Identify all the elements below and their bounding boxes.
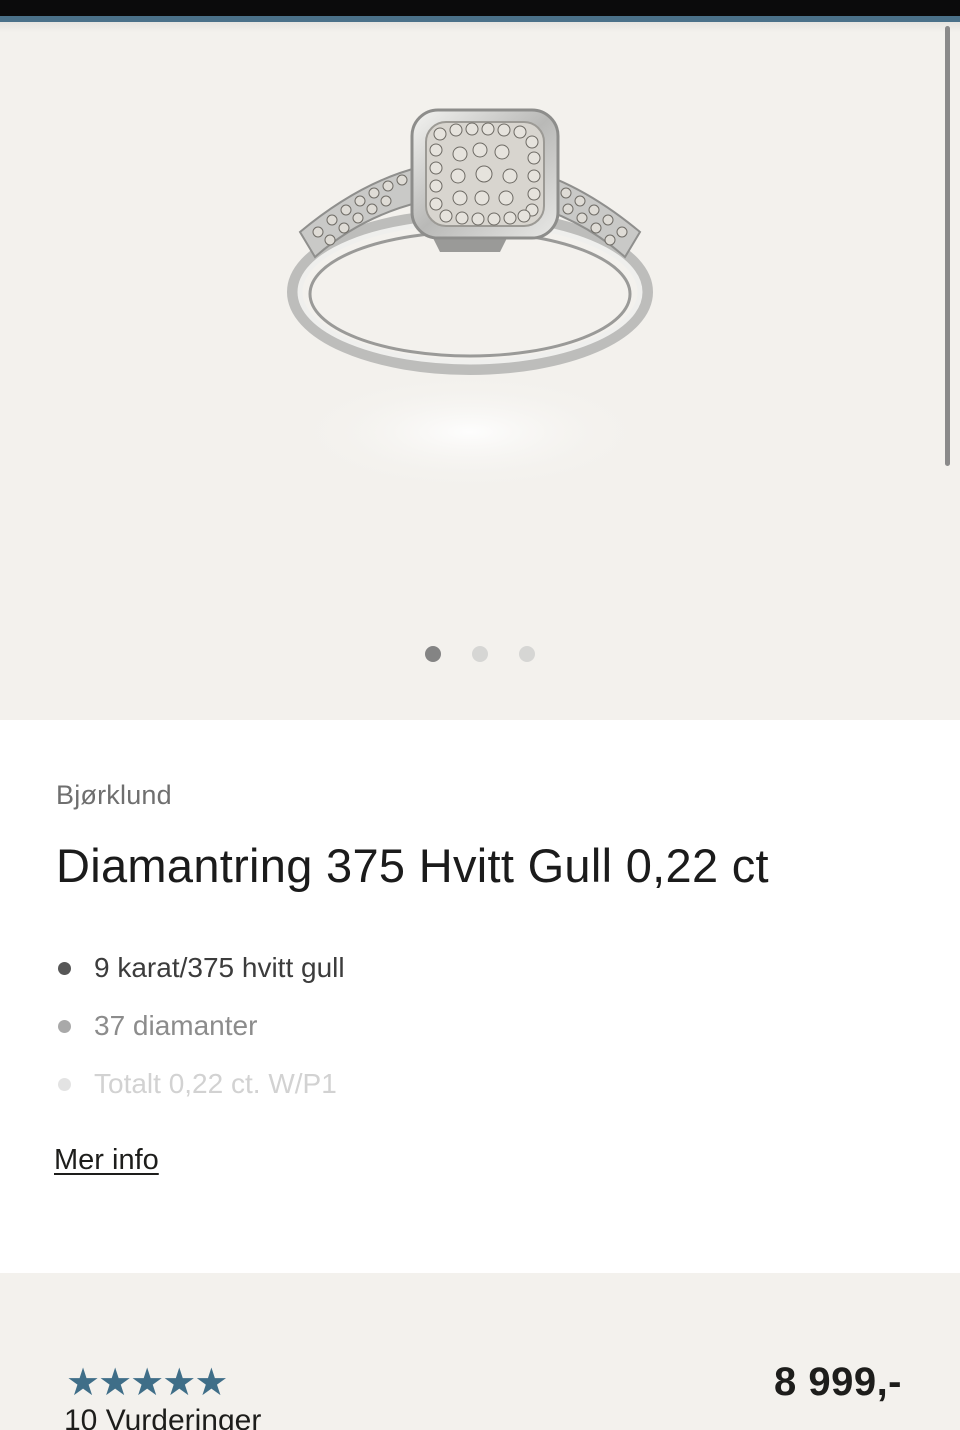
star-icon: ★ [130,1360,165,1404]
feature-item: Totalt 0,22 ct. W/P1 [56,1062,916,1120]
product-brand[interactable]: Bjørklund [56,780,172,811]
feature-item: 9 karat/375 hvitt gull [56,946,916,1004]
bullet-icon [58,1020,71,1033]
scrollbar[interactable] [945,26,950,466]
gallery-dot-2[interactable] [472,646,488,662]
product-title: Diamantring 375 Hvitt Gull 0,22 ct [56,839,769,892]
bullet-icon [58,962,71,975]
gallery-dot-3[interactable] [519,646,535,662]
feature-text: 37 diamanter [94,1010,258,1041]
product-page: Bjørklund Diamantring 375 Hvitt Gull 0,2… [0,0,960,1430]
star-icon: ★ [66,1360,101,1404]
product-feature-list: 9 karat/375 hvitt gull 37 diamanter Tota… [56,946,916,1120]
status-bar [0,0,960,16]
feature-text: 9 karat/375 hvitt gull [94,952,345,983]
more-info-link[interactable]: Mer info [54,1144,159,1177]
rating-stars[interactable]: ★★★★★ [66,1360,229,1404]
header-shadow [0,22,960,32]
star-icon: ★ [98,1360,133,1404]
star-icon: ★ [162,1360,197,1404]
bullet-icon [58,1078,71,1091]
diamond-ring-image [287,108,653,492]
product-image-gallery[interactable] [0,22,960,720]
feature-text: Totalt 0,22 ct. W/P1 [94,1068,337,1099]
review-count[interactable]: 10 Vurderinger [64,1404,261,1430]
product-price: 8 999,- [773,1360,902,1404]
gallery-dot-1[interactable] [425,646,441,662]
star-icon: ★ [194,1360,229,1404]
gallery-pagination [0,646,960,664]
feature-item: 37 diamanter [56,1004,916,1062]
